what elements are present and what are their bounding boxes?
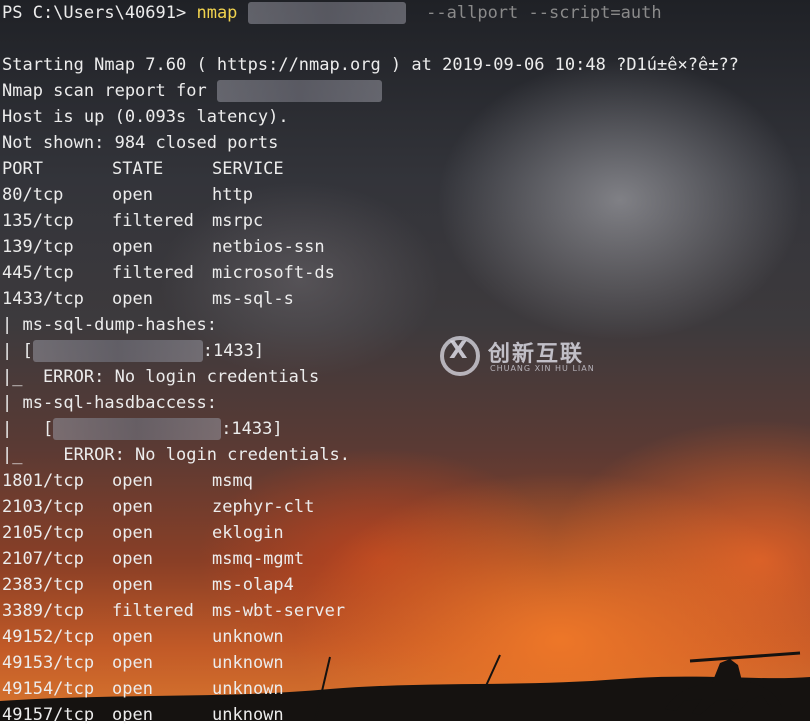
service-cell: unknown (212, 653, 284, 673)
port-cell: 2105/tcp (2, 523, 84, 543)
dump-hashes-title: | ms-sql-dump-hashes: (2, 315, 217, 335)
port-cell: 49153/tcp (2, 653, 95, 673)
state-cell: open (112, 523, 153, 543)
state-cell: filtered (112, 211, 194, 231)
port-cell: 2103/tcp (2, 497, 84, 517)
redacted-ip (53, 418, 222, 440)
port-row: 3389/tcp filtered ms-wbt-server (0, 598, 810, 624)
port-cell: 445/tcp (2, 263, 74, 283)
state-cell: filtered (112, 263, 194, 283)
watermark-english-text: CHUANG XIN HU LIAN (490, 364, 595, 373)
port-row: 135/tcp filtered msrpc (0, 208, 810, 234)
service-cell: ms-olap4 (212, 575, 294, 595)
service-cell: unknown (212, 705, 284, 725)
service-cell: netbios-ssn (212, 237, 325, 257)
dump-hashes-target: | [ :1433] (0, 338, 810, 364)
service-cell: microsoft-ds (212, 263, 335, 283)
port-row: 1801/tcp open msmq (0, 468, 810, 494)
service-cell: zephyr-clt (212, 497, 315, 517)
service-cell: unknown (212, 627, 284, 647)
dump-hashes-error: |_ ERROR: No login credentials (2, 367, 320, 387)
state-cell: open (112, 705, 153, 725)
command-name: nmap (196, 3, 238, 23)
state-cell: open (112, 575, 153, 595)
port-cell: 1433/tcp (2, 289, 84, 309)
table-header: PORT STATE SERVICE (0, 156, 810, 182)
port-cell: 139/tcp (2, 237, 74, 257)
port-rows-a: 80/tcp open http 135/tcp filtered msrpc 139/tc… (0, 182, 810, 312)
port-row: 49157/tcp open unknown (0, 702, 810, 728)
port-cell: 135/tcp (2, 211, 74, 231)
command-args: --allport --script=auth (426, 3, 662, 23)
port-cell: 3389/tcp (2, 601, 84, 621)
scan-report-line: Nmap scan report for (0, 78, 810, 104)
hasdbaccess-target: | [ :1433] (0, 416, 810, 442)
port-cell: 2383/tcp (2, 575, 84, 595)
service-cell: msrpc (212, 211, 264, 231)
access-target-suffix: :1433] (221, 419, 283, 439)
port-row: 80/tcp open http (0, 182, 810, 208)
redacted-host (216, 80, 382, 102)
port-cell: 1801/tcp (2, 471, 84, 491)
watermark-logo-letter: X (449, 336, 468, 364)
port-row: 49153/tcp open unknown (0, 650, 810, 676)
service-cell: ms-wbt-server (212, 601, 346, 621)
state-cell: open (112, 653, 153, 673)
port-rows-b: 1801/tcp open msmq 2103/tcp open zephyr-clt 21… (0, 468, 810, 728)
prompt-path: PS C:\Users\40691> (2, 3, 197, 23)
prompt-line[interactable]: PS C:\Users\40691> nmap --allport --scri… (0, 0, 810, 26)
header-port: PORT (2, 159, 43, 179)
port-row: 2383/tcp open ms-olap4 (0, 572, 810, 598)
state-cell: open (112, 549, 153, 569)
port-row: 139/tcp open netbios-ssn (0, 234, 810, 260)
port-cell: 2107/tcp (2, 549, 84, 569)
port-cell: 49152/tcp (2, 627, 95, 647)
not-shown-line: Not shown: 984 closed ports (2, 133, 279, 153)
state-cell: open (112, 679, 153, 699)
hasdbaccess-title: | ms-sql-hasdbaccess: (2, 393, 217, 413)
port-row: 2105/tcp open eklogin (0, 520, 810, 546)
service-cell: msmq-mgmt (212, 549, 305, 569)
service-cell: eklogin (212, 523, 284, 543)
redacted-target (247, 2, 406, 24)
state-cell: open (112, 185, 153, 205)
powershell-terminal[interactable]: PS C:\Users\40691> nmap --allport --scri… (0, 0, 810, 728)
state-cell: open (112, 497, 153, 517)
dump-target-prefix: | [ (2, 341, 33, 361)
state-cell: open (112, 237, 153, 257)
port-cell: 49154/tcp (2, 679, 95, 699)
starting-line: Starting Nmap 7.60 ( https://nmap.org ) … (2, 55, 739, 75)
host-up-line: Host is up (0.093s latency). (2, 107, 289, 127)
service-cell: msmq (212, 471, 253, 491)
port-row: 2103/tcp open zephyr-clt (0, 494, 810, 520)
scan-report-label: Nmap scan report for (2, 81, 217, 101)
hasdbaccess-error: |_ ERROR: No login credentials. (2, 445, 350, 465)
access-target-prefix: | [ (2, 419, 54, 439)
state-cell: open (112, 471, 153, 491)
port-row: 1433/tcp open ms-sql-s (0, 286, 810, 312)
service-cell: unknown (212, 679, 284, 699)
service-cell: http (212, 185, 253, 205)
state-cell: open (112, 289, 153, 309)
port-row: 445/tcp filtered microsoft-ds (0, 260, 810, 286)
port-row: 2107/tcp open msmq-mgmt (0, 546, 810, 572)
port-cell: 80/tcp (2, 185, 64, 205)
dump-target-suffix: :1433] (202, 341, 265, 361)
port-row: 49154/tcp open unknown (0, 676, 810, 702)
state-cell: open (112, 627, 153, 647)
state-cell: filtered (112, 601, 194, 621)
redacted-ip (32, 340, 203, 362)
service-cell: ms-sql-s (212, 289, 294, 309)
port-row: 49152/tcp open unknown (0, 624, 810, 650)
header-service: SERVICE (212, 159, 284, 179)
watermark: X 创新互联 CHUANG XIN HU LIAN (440, 334, 620, 380)
header-state: STATE (112, 159, 164, 179)
port-cell: 49157/tcp (2, 705, 95, 725)
